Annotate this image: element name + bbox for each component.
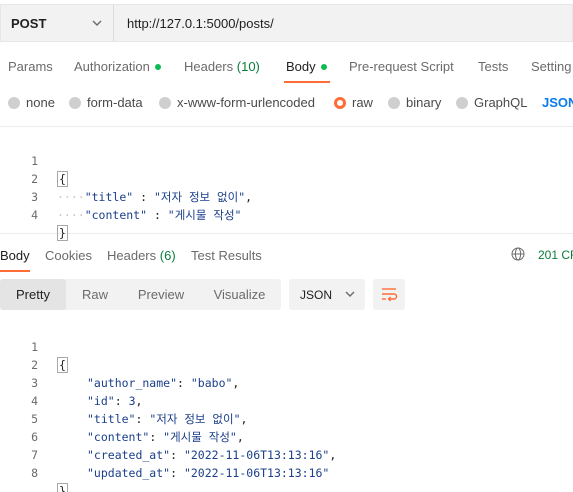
radio-selected-icon xyxy=(334,96,346,109)
radio-graphql[interactable]: GraphQL xyxy=(456,95,527,110)
status-dot-icon xyxy=(154,63,161,70)
code-line: 4 } xyxy=(31,208,68,241)
radio-form-data[interactable]: form-data xyxy=(69,95,143,110)
tab-settings[interactable]: Setting xyxy=(531,59,571,74)
tab-pre-request-script[interactable]: Pre-request Script xyxy=(349,59,454,74)
code-line: 5 "content": "게시물 작성", xyxy=(31,412,244,444)
status-dot-icon xyxy=(320,63,327,70)
tab-test-results[interactable]: Test Results xyxy=(191,248,262,263)
radio-icon xyxy=(159,96,171,109)
tab-authorization[interactable]: Authorization xyxy=(74,59,161,74)
method-select[interactable]: POST xyxy=(0,4,114,42)
radio-icon xyxy=(69,96,81,109)
code-line: 1 { xyxy=(31,340,68,373)
format-label: JSON xyxy=(300,287,333,302)
tab-body[interactable]: Body xyxy=(286,59,327,74)
view-pretty-button[interactable]: Pretty xyxy=(0,279,66,310)
tab-cookies[interactable]: Cookies xyxy=(45,248,92,263)
code-line: 7 "updated_at": "2022-11-06T13:13:16" xyxy=(31,448,330,480)
tab-params[interactable]: Params xyxy=(8,59,53,74)
code-line: 2 ····"title" : "저자 정보 없이", xyxy=(31,172,253,204)
response-status[interactable]: 201 CR xyxy=(538,248,573,262)
active-response-tab-indicator xyxy=(0,270,30,272)
request-tabs: Params Authorization Headers (10) Body P… xyxy=(0,50,573,82)
code-line: 3 ····"content" : "게시물 작성" xyxy=(31,190,242,222)
response-body-viewer[interactable]: 1 { 2 "author_name": "babo", 3 "id": 3, … xyxy=(0,320,573,492)
radio-none[interactable]: none xyxy=(8,95,55,110)
code-line: 8 } xyxy=(0,446,573,492)
chevron-down-icon xyxy=(92,20,102,26)
code-line: 3 "id": 3, xyxy=(31,376,143,408)
code-line: 2 "author_name": "babo", xyxy=(31,358,240,390)
active-tab-indicator xyxy=(284,81,330,83)
tab-response-body[interactable]: Body xyxy=(0,248,30,263)
url-input[interactable]: http://127.0.1:5000/posts/ xyxy=(114,4,573,42)
code-line: 1 { xyxy=(31,154,68,187)
globe-icon[interactable] xyxy=(511,247,525,261)
radio-x-www-form-urlencoded[interactable]: x-www-form-urlencoded xyxy=(159,95,315,110)
wrap-lines-button[interactable] xyxy=(373,279,405,310)
radio-raw[interactable]: raw xyxy=(334,95,373,110)
raw-format-json-select[interactable]: JSON xyxy=(542,95,573,110)
radio-icon xyxy=(388,96,400,109)
tab-headers[interactable]: Headers (10) xyxy=(184,59,260,74)
tab-tests[interactable]: Tests xyxy=(478,59,508,74)
view-preview-button[interactable]: Preview xyxy=(124,279,198,310)
response-view-bar: Pretty Raw Preview Visualize JSON xyxy=(0,279,573,310)
wrap-lines-icon xyxy=(382,288,398,302)
request-body-editor[interactable]: 1 { 2 ····"title" : "저자 정보 없이", 3 ····"c… xyxy=(0,126,573,241)
code-line: 6 "created_at": "2022-11-06T13:13:16", xyxy=(31,430,337,462)
radio-binary[interactable]: binary xyxy=(388,95,441,110)
body-type-selector: none form-data x-www-form-urlencoded raw… xyxy=(0,92,573,114)
view-mode-group: Pretty Raw Preview Visualize xyxy=(0,279,281,310)
request-url-bar: POST http://127.0.1:5000/posts/ xyxy=(0,4,573,42)
view-visualize-button[interactable]: Visualize xyxy=(198,279,281,310)
method-label: POST xyxy=(11,15,47,31)
chevron-down-icon xyxy=(345,291,355,297)
view-raw-button[interactable]: Raw xyxy=(66,279,124,310)
response-tabs: Body Cookies Headers (6) Test Results xyxy=(0,244,573,270)
code-line: 4 "title": "저자 정보 없이", xyxy=(31,394,248,426)
format-select[interactable]: JSON xyxy=(289,279,365,310)
radio-icon xyxy=(8,96,20,109)
tab-response-headers[interactable]: Headers (6) xyxy=(107,248,176,263)
radio-icon xyxy=(456,96,468,109)
